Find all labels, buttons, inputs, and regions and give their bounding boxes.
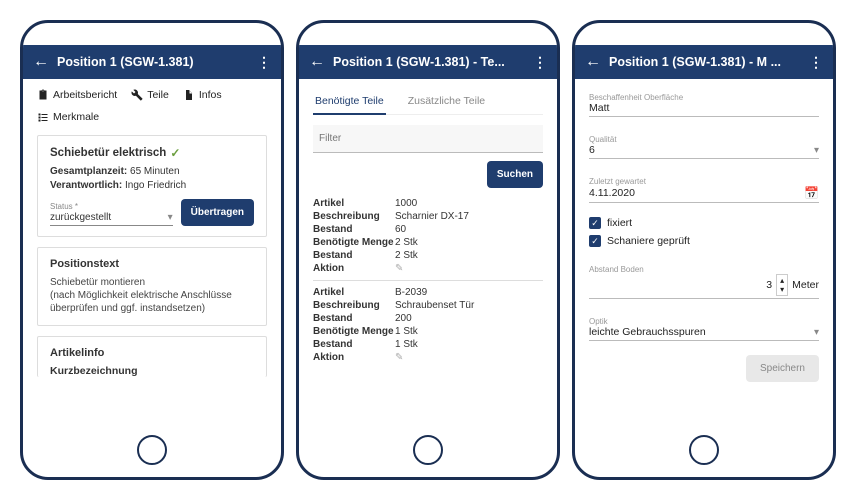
- tab-teile[interactable]: Teile: [131, 89, 169, 101]
- document-icon: [183, 89, 195, 101]
- chevron-down-icon: ▾: [814, 327, 819, 338]
- filter-input[interactable]: [313, 125, 543, 153]
- subtab-additional[interactable]: Zusätzliche Teile: [406, 89, 487, 114]
- task-title: Schiebetür elektrisch: [50, 147, 166, 159]
- edit-icon[interactable]: ✎: [395, 263, 403, 274]
- more-icon[interactable]: ⋮: [533, 54, 547, 71]
- wrench-icon: [131, 89, 143, 101]
- phone-3: ← Position 1 (SGW-1.381) - M ... ⋮ Besch…: [572, 20, 836, 480]
- status-select[interactable]: Status * zurückgestellt ▾: [50, 210, 173, 226]
- app-bar: ← Position 1 (SGW-1.381) - Te... ⋮: [299, 45, 557, 79]
- list-icon: [37, 111, 49, 123]
- checkbox-checked-icon: ✓: [589, 217, 601, 229]
- stepper-icon[interactable]: ▴▾: [776, 274, 788, 296]
- tab-infos[interactable]: Infos: [183, 89, 222, 101]
- article-info-card: Artikelinfo Kurzbezeichnung: [37, 336, 267, 377]
- task-card: Schiebetür elektrisch ✓ Gesamtplanzeit: …: [37, 135, 267, 237]
- position-text-body: Schiebetür montieren (nach Möglichkeit e…: [50, 276, 254, 315]
- tab-bar: Arbeitsbericht Teile Infos Merkmale: [37, 89, 267, 123]
- back-icon[interactable]: ←: [309, 53, 325, 71]
- search-button[interactable]: Suchen: [487, 161, 543, 188]
- home-button[interactable]: [137, 435, 167, 465]
- app-bar: ← Position 1 (SGW-1.381) - M ... ⋮: [575, 45, 833, 79]
- distance-field[interactable]: Abstand Boden 3 ▴▾ Meter: [589, 261, 819, 299]
- checkbox-hinges[interactable]: ✓ Schaniere geprüft: [589, 235, 819, 247]
- home-button[interactable]: [413, 435, 443, 465]
- page-title: Position 1 (SGW-1.381) - Te...: [333, 55, 525, 69]
- phone-2: ← Position 1 (SGW-1.381) - Te... ⋮ Benöt…: [296, 20, 560, 480]
- checkbox-checked-icon: ✓: [589, 235, 601, 247]
- page-title: Position 1 (SGW-1.381): [57, 55, 249, 69]
- tab-arbeitsbericht[interactable]: Arbeitsbericht: [37, 89, 117, 101]
- back-icon[interactable]: ←: [585, 53, 601, 71]
- subtab-required[interactable]: Benötigte Teile: [313, 89, 386, 115]
- back-icon[interactable]: ←: [33, 53, 49, 71]
- position-text-card: Positionstext Schiebetür montieren (nach…: [37, 247, 267, 326]
- clipboard-icon: [37, 89, 49, 101]
- calendar-icon[interactable]: 📅: [804, 186, 819, 200]
- subtab-bar: Benötigte Teile Zusätzliche Teile: [313, 89, 543, 115]
- surface-field[interactable]: Beschaffenheit Oberfläche Matt: [589, 89, 819, 117]
- more-icon[interactable]: ⋮: [809, 54, 823, 71]
- tab-merkmale[interactable]: Merkmale: [37, 111, 99, 123]
- last-maintained-field[interactable]: Zuletzt gewartet 4.11.2020📅: [589, 173, 819, 203]
- edit-icon[interactable]: ✎: [395, 352, 403, 363]
- page-title: Position 1 (SGW-1.381) - M ...: [609, 55, 801, 69]
- home-button[interactable]: [689, 435, 719, 465]
- quality-select[interactable]: Qualität 6▾: [589, 131, 819, 159]
- checkbox-fixed[interactable]: ✓ fixiert: [589, 217, 819, 229]
- transfer-button[interactable]: Übertragen: [181, 199, 254, 226]
- chevron-down-icon: ▾: [814, 145, 819, 156]
- save-button[interactable]: Speichern: [746, 355, 819, 382]
- phone-1: ← Position 1 (SGW-1.381) ⋮ Arbeitsberich…: [20, 20, 284, 480]
- optics-select[interactable]: Optik leichte Gebrauchsspuren▾: [589, 313, 819, 341]
- app-bar: ← Position 1 (SGW-1.381) ⋮: [23, 45, 281, 79]
- parts-list: Artikel1000 BeschreibungScharnier DX-17 …: [313, 198, 543, 363]
- checkmark-icon: ✓: [170, 146, 180, 160]
- more-icon[interactable]: ⋮: [257, 54, 271, 71]
- chevron-down-icon: ▾: [168, 212, 173, 223]
